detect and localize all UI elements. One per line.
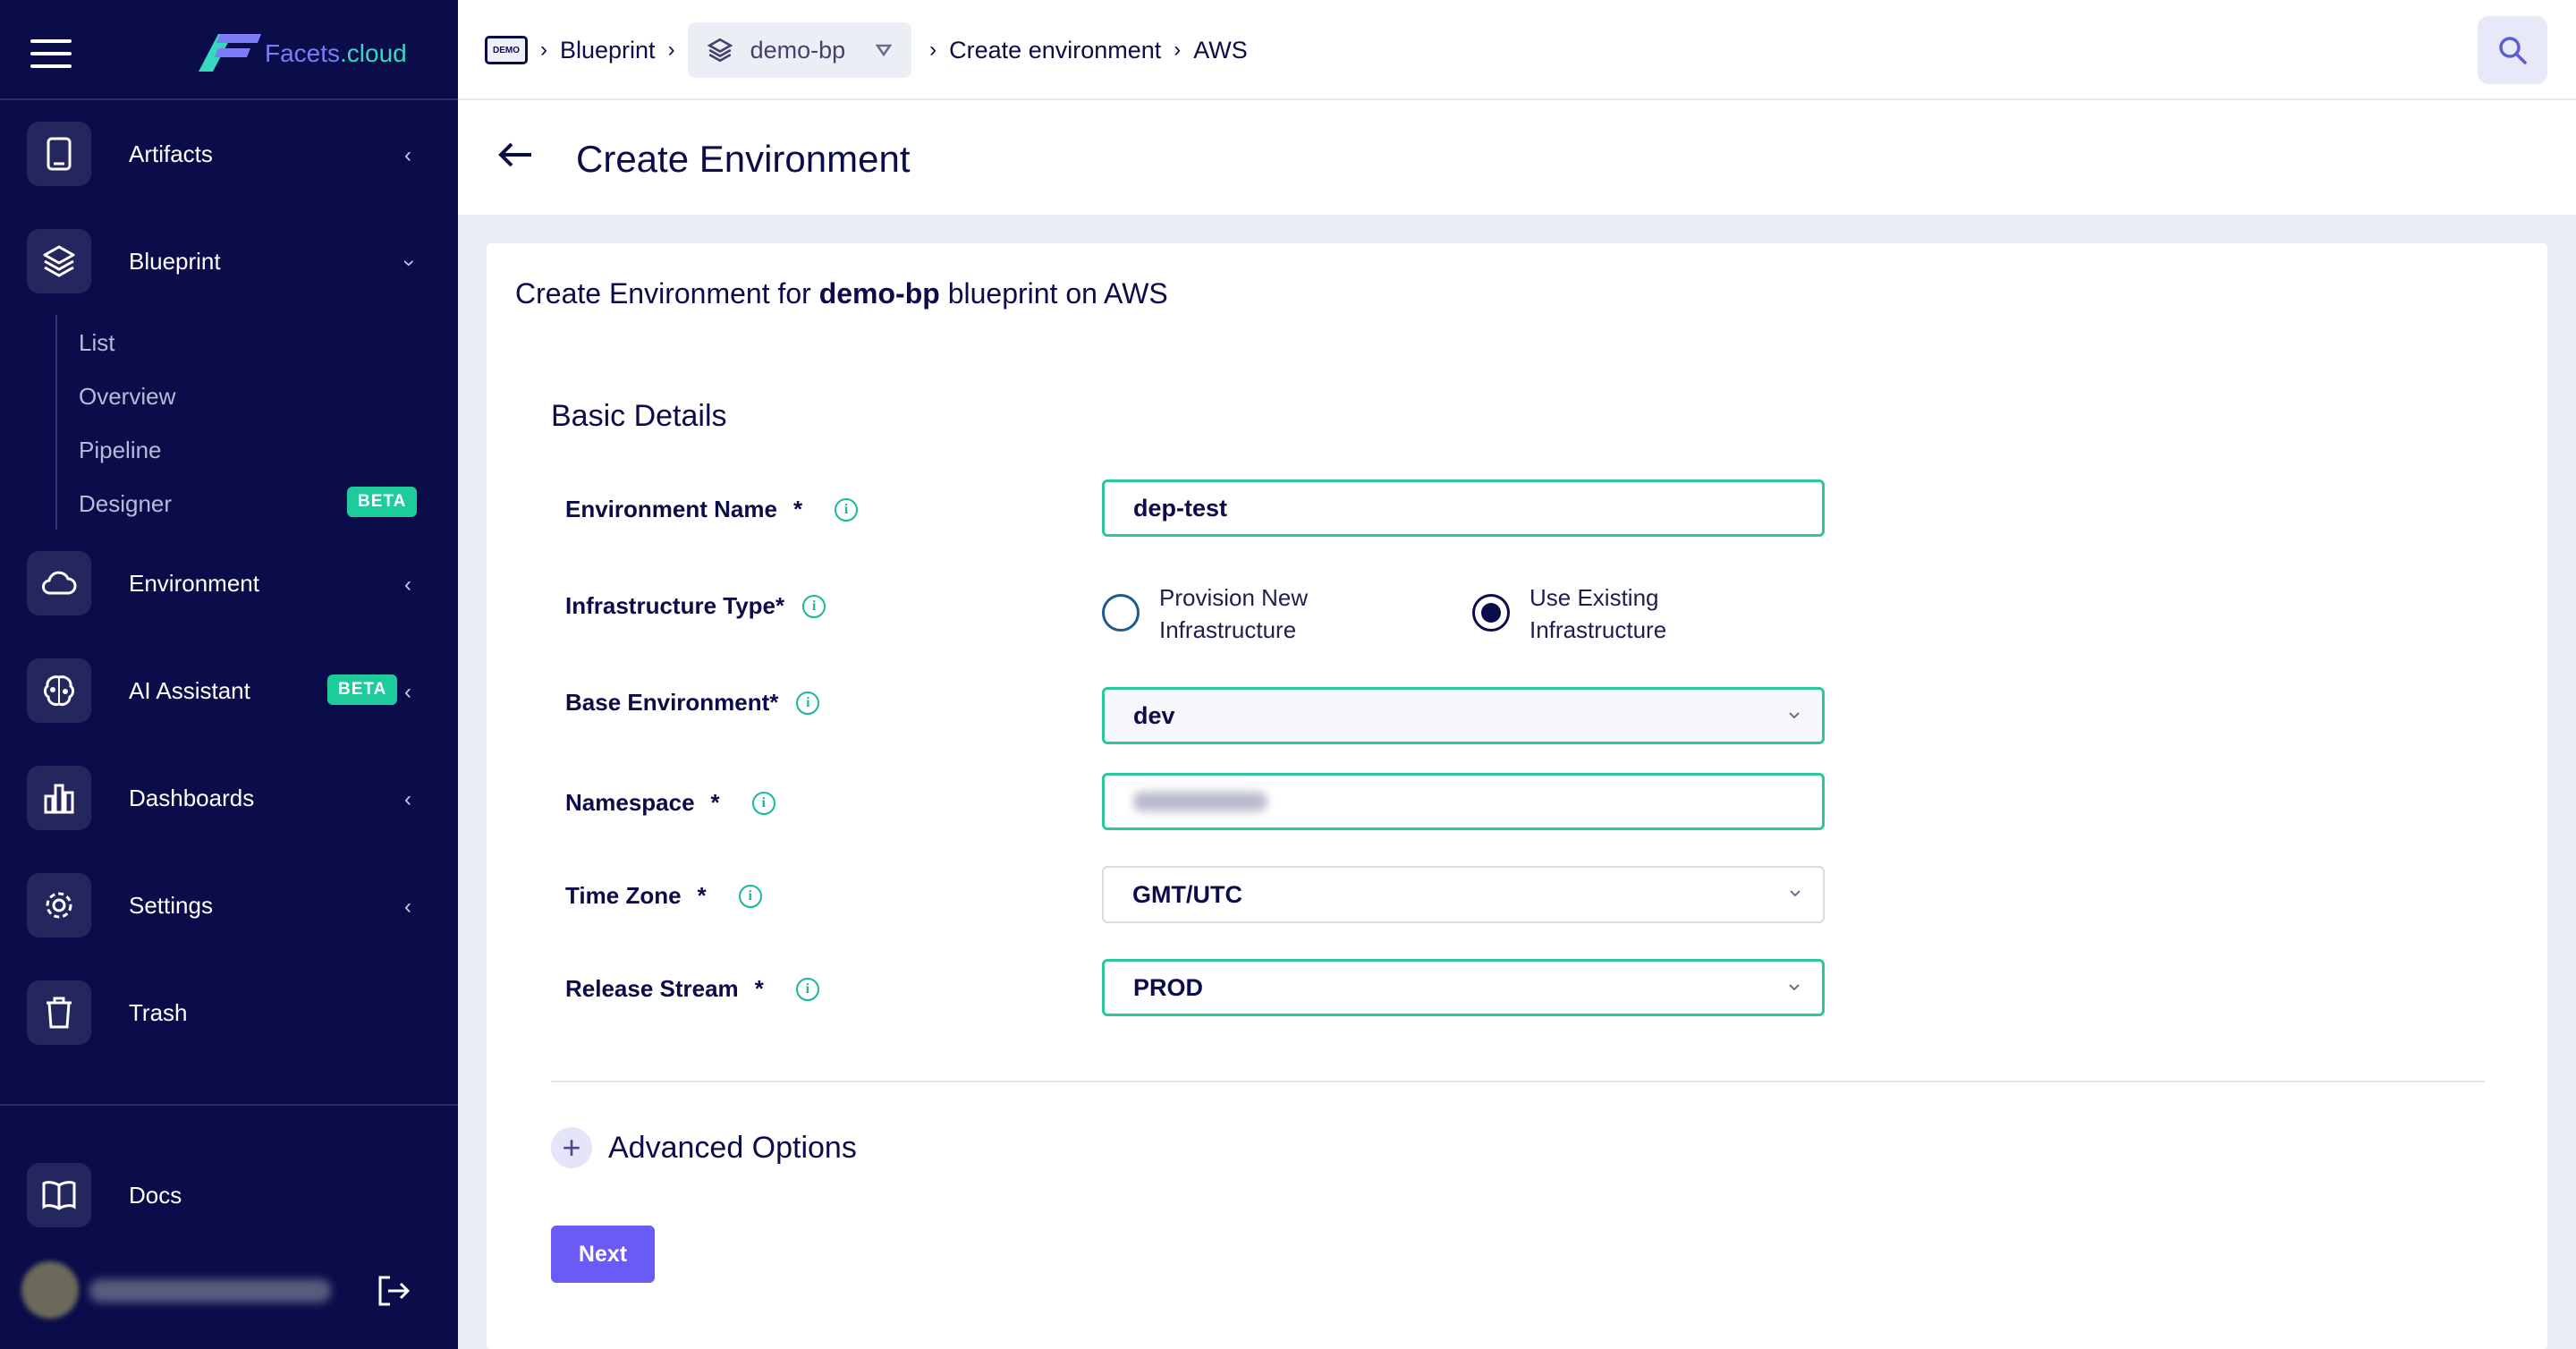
sidebar-subitem-overview[interactable]: Overview [79, 383, 175, 411]
layers-icon [707, 38, 733, 63]
plus-icon[interactable]: + [551, 1127, 592, 1168]
divider [551, 1081, 2485, 1082]
sidebar-item-dashboards[interactable]: Dashboards ‹ [27, 764, 431, 832]
search-button[interactable] [2478, 16, 2547, 84]
tablet-icon [27, 122, 91, 186]
bar-chart-icon [27, 766, 91, 830]
logout-icon[interactable] [376, 1274, 411, 1308]
field-label-infrastructure-type: Infrastructure Type* i [565, 592, 826, 620]
chevron-right-icon: › [929, 38, 937, 62]
brand-name[interactable]: Facets.cloud [265, 39, 407, 68]
chevron-down-icon: ‹ [395, 259, 419, 267]
info-icon[interactable]: i [751, 791, 775, 815]
gear-icon [27, 873, 91, 938]
sidebar-item-blueprint[interactable]: Blueprint ‹ [27, 227, 431, 295]
sidebar-item-label: Artifacts [129, 140, 213, 167]
field-label-release-stream: Release Stream * i [565, 975, 819, 1003]
cloud-icon [27, 551, 91, 615]
sidebar-divider [0, 1104, 458, 1106]
radio-button-selected[interactable] [1472, 594, 1510, 632]
card-title: Create Environment for demo-bp blueprint… [515, 277, 1168, 310]
field-label-environment-name: Environment Name * i [565, 496, 859, 523]
trash-icon [27, 980, 91, 1045]
breadcrumb-create-environment[interactable]: Create environment [949, 37, 1161, 64]
sidebar-item-trash[interactable]: Trash [27, 979, 431, 1047]
page-title: Create Environment [576, 138, 911, 180]
blueprint-selector-value: demo-bp [750, 36, 846, 64]
sidebar-item-ai-assistant[interactable]: AI Assistant BETA ‹ [27, 657, 431, 725]
section-title-basic-details: Basic Details [551, 399, 727, 433]
sidebar-item-label: Dashboards [129, 784, 255, 811]
sidebar-item-label: Blueprint [129, 247, 221, 275]
sidebar-item-artifacts[interactable]: Artifacts ‹ [27, 120, 431, 188]
demo-badge-icon: DEMO [485, 36, 528, 64]
namespace-value-blurred [1133, 792, 1267, 811]
field-label-namespace: Namespace * i [565, 789, 775, 817]
chevron-left-icon: ‹ [404, 895, 411, 919]
next-button[interactable]: Next [551, 1226, 655, 1283]
chevron-down-icon [1790, 890, 1801, 897]
chevron-left-icon: ‹ [404, 573, 411, 597]
beta-badge: BETA [347, 487, 418, 517]
environment-name-input[interactable]: dep-test [1102, 479, 1825, 537]
release-stream-select[interactable]: PROD [1102, 959, 1825, 1016]
username-blurred [89, 1279, 331, 1302]
sidebar-item-settings[interactable]: Settings ‹ [27, 871, 431, 939]
page-header: Create Environment [458, 100, 2576, 215]
chevron-right-icon: › [540, 38, 547, 62]
info-icon[interactable]: i [835, 497, 859, 522]
brand-row: Facets.cloud [0, 0, 458, 100]
field-label-time-zone: Time Zone * i [565, 882, 762, 910]
advanced-options-toggle[interactable]: + Advanced Options [551, 1127, 857, 1168]
top-bar: DEMO › Blueprint › demo-bp › Create envi… [458, 0, 2576, 100]
beta-badge: BETA [327, 674, 398, 705]
base-environment-select[interactable]: dev [1102, 687, 1825, 744]
namespace-input[interactable] [1102, 773, 1825, 830]
radio-button[interactable] [1102, 594, 1140, 632]
sidebar-item-environment[interactable]: Environment ‹ [27, 549, 431, 617]
chevron-left-icon: ‹ [404, 787, 411, 811]
radio-provision-new[interactable]: Provision New Infrastructure [1102, 581, 1308, 646]
chevron-right-icon: › [667, 38, 675, 62]
back-arrow-icon[interactable] [497, 141, 535, 168]
sidebar-item-label: Trash [129, 998, 188, 1026]
chevron-left-icon: ‹ [404, 143, 411, 167]
info-icon[interactable]: i [738, 884, 762, 908]
info-icon[interactable]: i [796, 691, 820, 715]
sidebar-item-label: Environment [129, 569, 259, 597]
sidebar-subitem-designer[interactable]: Designer [79, 490, 172, 518]
time-zone-select[interactable]: GMT/UTC [1102, 866, 1825, 923]
chevron-right-icon: › [1174, 38, 1182, 62]
info-icon[interactable]: i [795, 977, 819, 1001]
info-icon[interactable]: i [802, 594, 826, 618]
user-profile[interactable] [21, 1261, 433, 1324]
sidebar: Facets.cloud Artifacts ‹ Blueprint ‹ Lis… [0, 0, 458, 1349]
book-icon [27, 1163, 91, 1227]
layers-icon [27, 229, 91, 293]
hamburger-menu-icon[interactable] [30, 39, 72, 68]
breadcrumb-blueprint[interactable]: Blueprint [560, 37, 656, 64]
advanced-options-label: Advanced Options [608, 1130, 857, 1165]
radio-use-existing[interactable]: Use Existing Infrastructure [1472, 581, 1666, 646]
sidebar-item-label: Settings [129, 891, 213, 919]
brain-icon [27, 658, 91, 723]
sidebar-item-docs[interactable]: Docs [27, 1161, 431, 1229]
chevron-down-icon [1789, 984, 1800, 991]
field-label-base-environment: Base Environment* i [565, 689, 820, 717]
avatar [21, 1261, 79, 1319]
breadcrumb: DEMO › Blueprint › demo-bp › Create envi… [485, 22, 1248, 78]
search-icon [2499, 37, 2527, 64]
create-environment-card: Create Environment for demo-bp blueprint… [487, 243, 2547, 1349]
sidebar-item-label: AI Assistant [129, 676, 250, 704]
blueprint-selector[interactable]: demo-bp [687, 22, 912, 78]
sidebar-item-label: Docs [129, 1181, 182, 1209]
breadcrumb-aws: AWS [1193, 36, 1248, 64]
sidebar-subitem-pipeline[interactable]: Pipeline [79, 437, 162, 464]
blueprint-submenu: List Overview Pipeline Designer BETA [55, 315, 431, 530]
facets-logo-icon [199, 34, 261, 72]
triangle-down-icon [876, 44, 893, 56]
chevron-down-icon [1789, 712, 1800, 719]
chevron-left-icon: ‹ [404, 680, 411, 704]
sidebar-subitem-list[interactable]: List [79, 329, 114, 357]
